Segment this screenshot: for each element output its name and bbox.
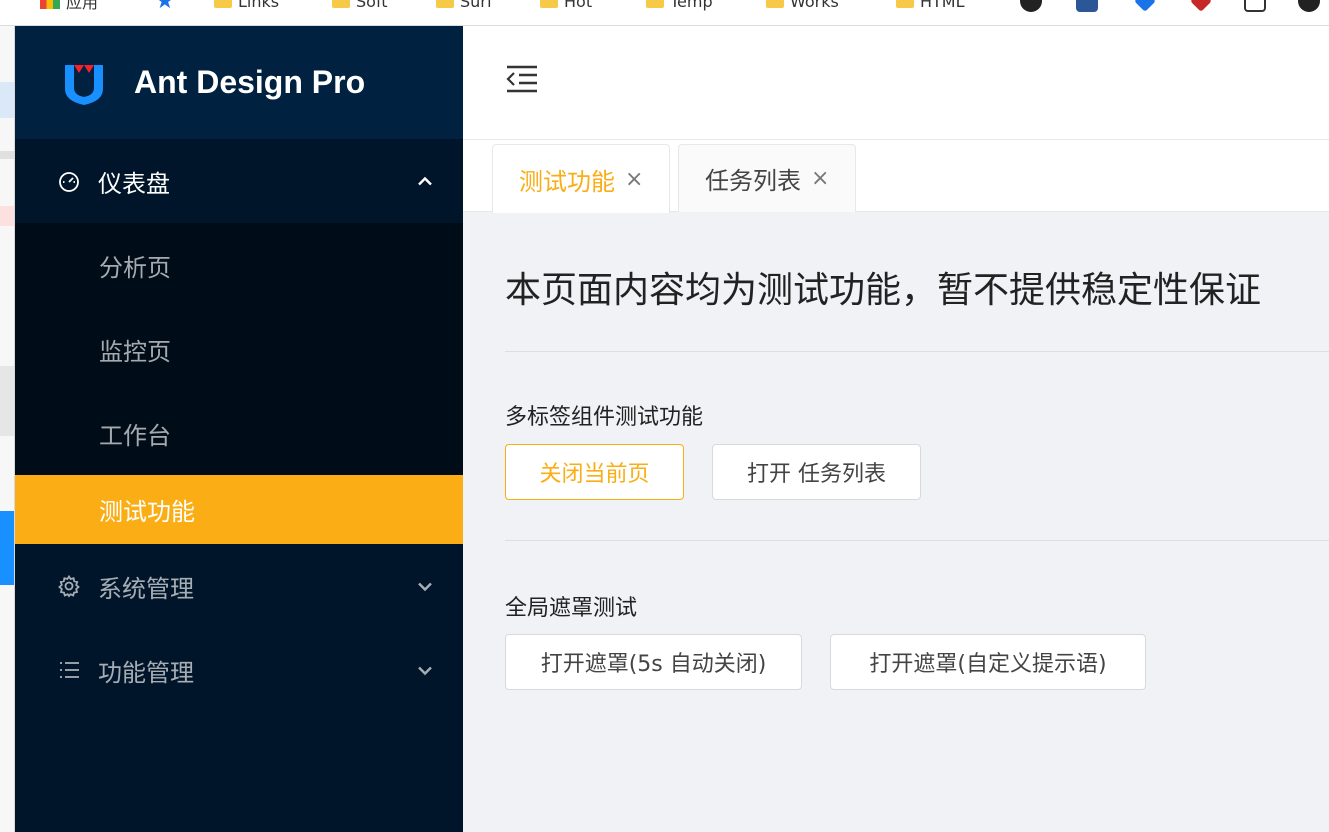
extension-icon-3[interactable] xyxy=(1134,0,1156,14)
folder-icon xyxy=(436,0,454,8)
sidebar: Ant Design Pro 仪表盘 分析页 监控页 工作台 测试功能 系统管理… xyxy=(15,26,463,832)
main-content: 本页面内容均为测试功能，暂不提供稳定性保证 多标签组件测试功能 关闭当前页 打开… xyxy=(463,213,1329,832)
menu-system-management[interactable]: 系统管理 xyxy=(15,544,463,628)
apps-icon xyxy=(40,0,60,9)
bookmark-folder-temp[interactable]: Temp xyxy=(646,0,713,14)
open-mask-auto-close-button[interactable]: 打开遮罩(5s 自动关闭) xyxy=(505,634,802,690)
menu-item-monitor[interactable]: 监控页 xyxy=(15,307,463,391)
bookmark-folder-works[interactable]: Works xyxy=(766,0,839,14)
close-icon[interactable]: × xyxy=(625,167,643,192)
folder-icon xyxy=(646,0,664,8)
close-current-page-button[interactable]: 关闭当前页 xyxy=(505,444,684,500)
menu-feature-management[interactable]: 功能管理 xyxy=(15,628,463,712)
top-header xyxy=(463,26,1329,140)
multi-tabs-bar: 测试功能 × 任务列表 × xyxy=(463,140,1329,213)
sidebar-menu: 仪表盘 分析页 监控页 工作台 测试功能 系统管理 功能管理 xyxy=(15,139,463,712)
dashboard-submenu: 分析页 监控页 工作台 测试功能 xyxy=(15,223,463,544)
menu-features-label: 功能管理 xyxy=(98,658,194,687)
tab-task-list[interactable]: 任务列表 × xyxy=(678,144,857,212)
menu-fold-icon[interactable] xyxy=(505,64,539,94)
close-icon[interactable]: × xyxy=(811,166,829,191)
open-mask-custom-text-button[interactable]: 打开遮罩(自定义提示语) xyxy=(830,634,1146,690)
folder-icon xyxy=(896,0,914,8)
menu-system-label: 系统管理 xyxy=(98,574,194,603)
bookmark-star[interactable]: ★ xyxy=(155,0,175,14)
chevron-up-icon xyxy=(417,172,433,191)
tab-test-feature[interactable]: 测试功能 × xyxy=(492,144,671,213)
bookmark-folder-hot[interactable]: Hot xyxy=(540,0,592,14)
divider xyxy=(505,540,1329,541)
chevron-down-icon xyxy=(417,577,433,596)
extension-icon-2[interactable] xyxy=(1076,0,1098,14)
extension-icon-5[interactable] xyxy=(1244,0,1266,14)
chevron-down-icon xyxy=(417,661,433,680)
list-icon xyxy=(56,657,82,683)
star-icon: ★ xyxy=(155,0,175,14)
bookmark-folder-html[interactable]: HTML xyxy=(896,0,965,14)
divider xyxy=(505,351,1329,352)
tab-label: 任务列表 xyxy=(705,167,801,195)
logo-icon xyxy=(65,64,103,105)
brand-title: Ant Design Pro xyxy=(134,64,366,100)
menu-item-test-feature[interactable]: 测试功能 xyxy=(15,475,463,544)
section-title-global-mask: 全局遮罩测试 xyxy=(505,596,638,621)
open-task-list-button[interactable]: 打开 任务列表 xyxy=(712,444,921,500)
page-title: 本页面内容均为测试功能，暂不提供稳定性保证 xyxy=(505,270,1262,311)
extension-icon-6[interactable] xyxy=(1298,0,1320,14)
browser-bookmarks-bar: 应用 ★ Links Soft Surf Hot Temp Works HTML xyxy=(0,0,1329,26)
brand-logo[interactable]: Ant Design Pro xyxy=(15,26,463,139)
section-title-multi-tabs: 多标签组件测试功能 xyxy=(505,405,704,430)
menu-item-workplace[interactable]: 工作台 xyxy=(15,391,463,475)
bookmark-folder-soft[interactable]: Soft xyxy=(332,0,388,14)
bookmark-folder-surf[interactable]: Surf xyxy=(436,0,493,14)
dashboard-icon xyxy=(56,168,82,194)
bookmark-folder-links[interactable]: Links xyxy=(214,0,279,14)
extension-icon-1[interactable] xyxy=(1020,0,1042,14)
gear-icon xyxy=(56,573,82,599)
folder-icon xyxy=(214,0,232,8)
menu-item-analysis[interactable]: 分析页 xyxy=(15,223,463,307)
menu-dashboard[interactable]: 仪表盘 xyxy=(15,139,463,223)
folder-icon xyxy=(766,0,784,8)
menu-dashboard-label: 仪表盘 xyxy=(98,169,170,198)
folder-icon xyxy=(540,0,558,8)
folder-icon xyxy=(332,0,350,8)
background-window-sliver xyxy=(0,26,15,832)
extension-icon-4[interactable] xyxy=(1190,0,1212,14)
bookmark-apps[interactable]: 应用 xyxy=(40,0,98,14)
tab-label: 测试功能 xyxy=(519,167,615,196)
